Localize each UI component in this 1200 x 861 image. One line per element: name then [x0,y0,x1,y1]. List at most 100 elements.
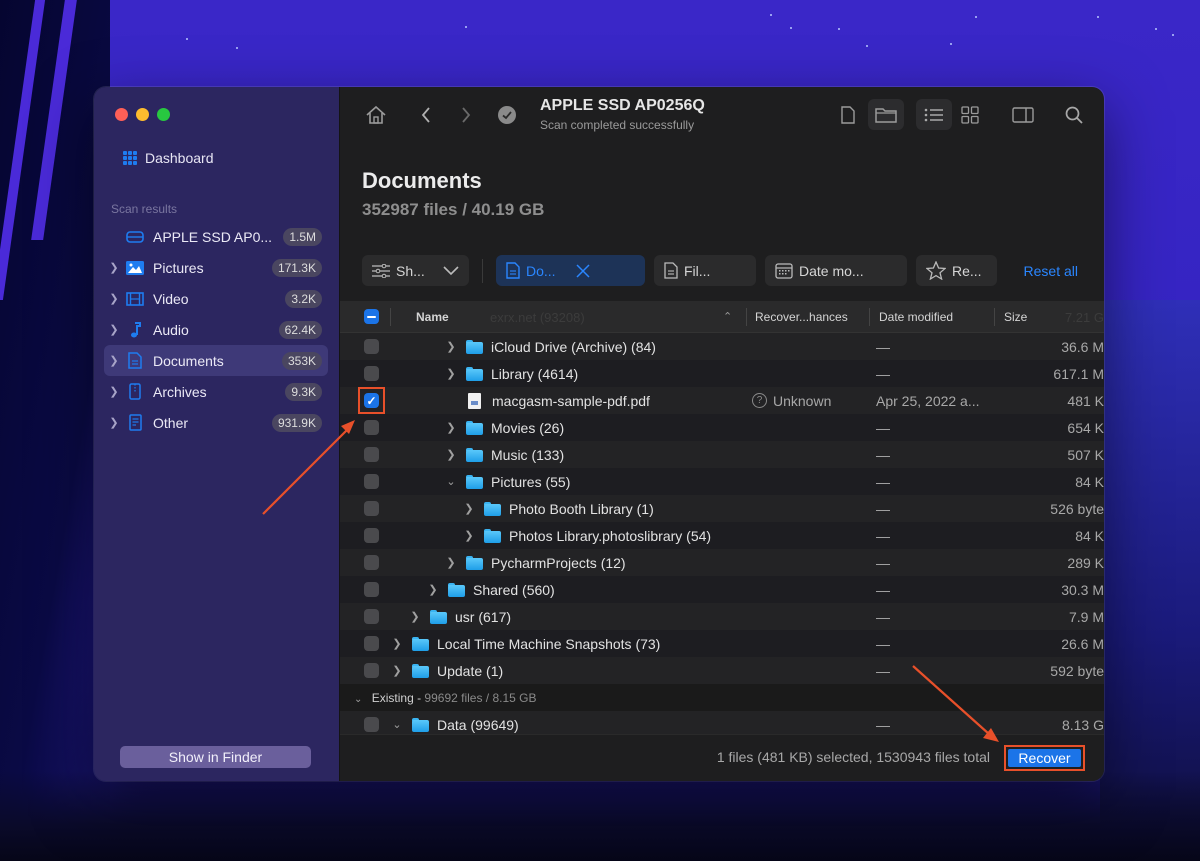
row-checkbox[interactable] [364,609,379,624]
date-modified-value: — [876,500,890,517]
remove-filter-icon[interactable] [576,263,590,278]
show-in-finder-button[interactable]: Show in Finder [120,746,311,768]
recover-button[interactable]: Recover [1008,749,1081,767]
row-checkbox[interactable] [364,555,379,570]
row-checkbox[interactable] [364,339,379,354]
folder-row[interactable]: ⌄ Data (99649) — 8.13 G [340,711,1104,734]
file-size-filter-chip[interactable]: Fil... [654,255,756,286]
row-name: Library (4614) [491,365,579,382]
date-modified-value: — [876,419,890,436]
sidebar-item-dashboard[interactable]: Dashboard [123,150,214,166]
chevron-right-icon[interactable]: ❯ [462,529,476,542]
row-checkbox[interactable] [364,528,379,543]
row-checkbox[interactable] [364,582,379,597]
file-view-button[interactable] [838,103,858,127]
select-all-checkbox[interactable] [364,309,379,324]
documents-filter-chip[interactable]: Do... [496,255,645,286]
chevron-right-icon[interactable]: ❯ [444,340,458,353]
search-button[interactable] [1062,103,1086,127]
sidebar-item-documents[interactable]: ❯ Documents 353K [104,345,328,376]
folder-row[interactable]: ❯ iCloud Drive (Archive) (84) — 36.6 M [340,333,1104,360]
chevron-right-icon[interactable]: ❯ [108,416,120,429]
close-window-button[interactable] [115,108,128,121]
home-button[interactable] [364,103,388,127]
row-checkbox[interactable] [364,420,379,435]
folder-row[interactable]: ❯ PycharmProjects (12) — 289 K [340,549,1104,576]
row-checkbox[interactable] [364,447,379,462]
chevron-right-icon[interactable]: ❯ [426,583,440,596]
sidebar-item-pictures[interactable]: ❯ Pictures 171.3K [104,252,328,283]
group-label: Existing - [371,691,425,705]
folder-row[interactable]: ⌄ Pictures (55) — 84 K [340,468,1104,495]
row-checkbox[interactable] [364,366,379,381]
sidebar-item-other[interactable]: ❯ Other 931.9K [104,407,328,438]
column-header-date-modified[interactable]: Date modified [879,310,953,324]
row-checkbox[interactable] [364,663,379,678]
reset-all-link[interactable]: Reset all [1024,263,1078,279]
file-row[interactable]: ✓ macgasm-sample-pdf.pdf? Unknown Apr 25, 2… [340,387,1104,414]
forward-button[interactable] [456,103,476,127]
sidebar-item-archives[interactable]: ❯ Archives 9.3K [104,376,328,407]
list-view-button[interactable] [916,99,952,130]
show-filter-dropdown[interactable]: Sh... [362,255,469,286]
folder-icon [484,501,501,516]
file-icon [841,106,855,124]
column-header-name[interactable]: Name [416,310,449,324]
existing-group-header[interactable]: ⌄ Existing - 99692 files / 8.15 GB [340,684,1104,711]
chevron-right-icon[interactable]: ❯ [108,261,120,274]
preview-panel-button[interactable] [1010,103,1036,127]
row-checkbox[interactable] [364,501,379,516]
sidebar-item-drive[interactable]: APPLE SSD AP0... 1.5M [104,221,328,252]
chevron-right-icon[interactable]: ❯ [444,421,458,434]
sidebar-item-audio[interactable]: ❯ Audio 62.4K [104,314,328,345]
chevron-right-icon[interactable]: ❯ [108,354,120,367]
star [950,43,952,45]
file-icon [664,262,678,279]
folder-row[interactable]: ❯ Photos Library.photoslibrary (54) — 84 K [340,522,1104,549]
recovery-chances-filter-chip[interactable]: Re... [916,255,997,286]
row-name: Shared (560) [473,581,555,598]
sidebar: Dashboard Scan results APPLE SSD AP0... … [94,87,340,781]
chevron-right-icon[interactable]: ❯ [408,610,422,623]
chevron-right-icon[interactable]: ❯ [444,367,458,380]
column-header-size[interactable]: Size [1004,310,1027,324]
folder-row[interactable]: ❯ Local Time Machine Snapshots (73) — 26.6 … [340,630,1104,657]
date-modified-value: — [876,662,890,679]
row-checkbox[interactable] [364,474,379,489]
row-name: Photo Booth Library (1) [509,500,654,517]
row-checkbox[interactable] [364,636,379,651]
star [975,16,977,18]
folder-row[interactable]: ❯ Photo Booth Library (1) — 526 byte [340,495,1104,522]
folder-view-button[interactable] [868,99,904,130]
sort-ascending-icon[interactable]: ⌃ [723,310,732,323]
folder-row[interactable]: ❯ Shared (560) — 30.3 M [340,576,1104,603]
minimize-window-button[interactable] [136,108,149,121]
zoom-window-button[interactable] [157,108,170,121]
chevron-right-icon[interactable]: ❯ [108,385,120,398]
folder-row[interactable]: ❯ Music (133) — 507 K [340,441,1104,468]
chevron-right-icon[interactable]: ❯ [108,292,120,305]
scan-results-list: APPLE SSD AP0... 1.5M ❯ Pictures 171.3K … [104,221,328,438]
filter-bar: Sh... Do... Fil... Date mo... Re... [362,255,997,286]
sidebar-item-video[interactable]: ❯ Video 3.2K [104,283,328,314]
folder-row[interactable]: ❯ Library (4614) — 617.1 M [340,360,1104,387]
date-modified-filter-chip[interactable]: Date mo... [765,255,907,286]
folder-row[interactable]: ❯ Update (1) — 592 byte [340,657,1104,684]
column-header-recovery-chances[interactable]: Recover...hances [755,310,848,324]
folder-row[interactable]: ❯ Movies (26) — 654 K [340,414,1104,441]
back-button[interactable] [416,103,436,127]
chevron-down-icon[interactable]: ⌄ [444,475,458,488]
grid-view-button[interactable] [958,103,982,127]
folder-row[interactable]: ❯ usr (617) — 7.9 M [340,603,1104,630]
chevron-right-icon[interactable]: ❯ [390,664,404,677]
row-checkbox[interactable]: ✓ [364,393,379,408]
chevron-right-icon[interactable]: ❯ [444,556,458,569]
chevron-right-icon[interactable]: ❯ [462,502,476,515]
chevron-right-icon[interactable]: ❯ [390,637,404,650]
row-checkbox[interactable] [364,717,379,732]
chevron-down-icon[interactable]: ⌄ [390,718,404,731]
chevron-right-icon[interactable]: ❯ [444,448,458,461]
chevron-right-icon[interactable]: ❯ [108,323,120,336]
size-value: 30.3 M [1061,581,1104,598]
chevron-down-icon[interactable]: ⌄ [354,694,362,705]
